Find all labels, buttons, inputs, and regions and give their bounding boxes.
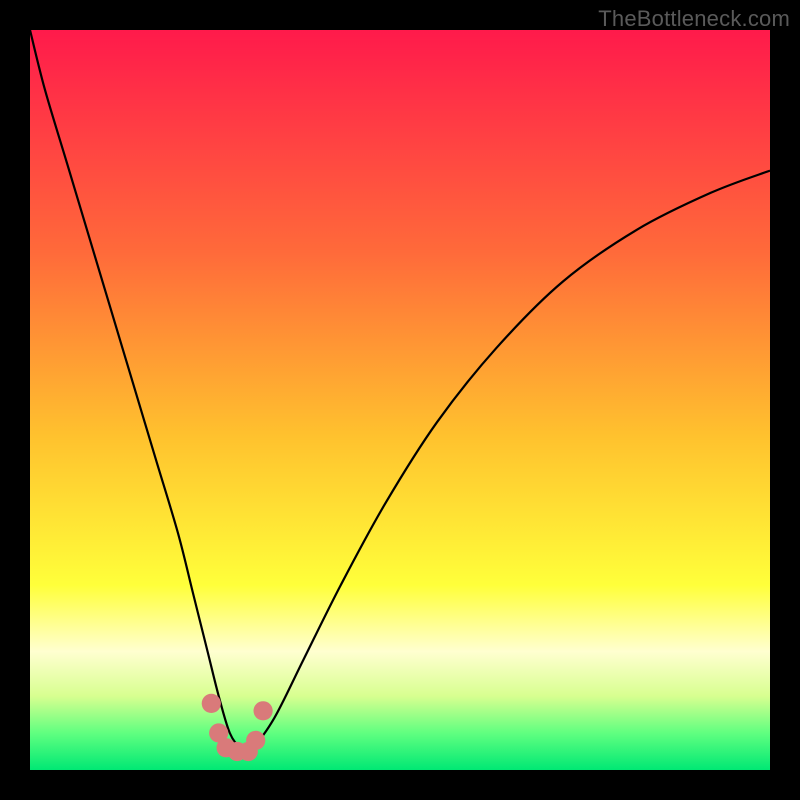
curve-marker-dot — [246, 731, 265, 750]
chart-plot-area — [30, 30, 770, 770]
curve-markers — [202, 694, 273, 761]
watermark-text: TheBottleneck.com — [598, 6, 790, 32]
curve-marker-dot — [202, 694, 221, 713]
chart-marker-layer — [30, 30, 770, 770]
curve-marker-dot — [254, 701, 273, 720]
